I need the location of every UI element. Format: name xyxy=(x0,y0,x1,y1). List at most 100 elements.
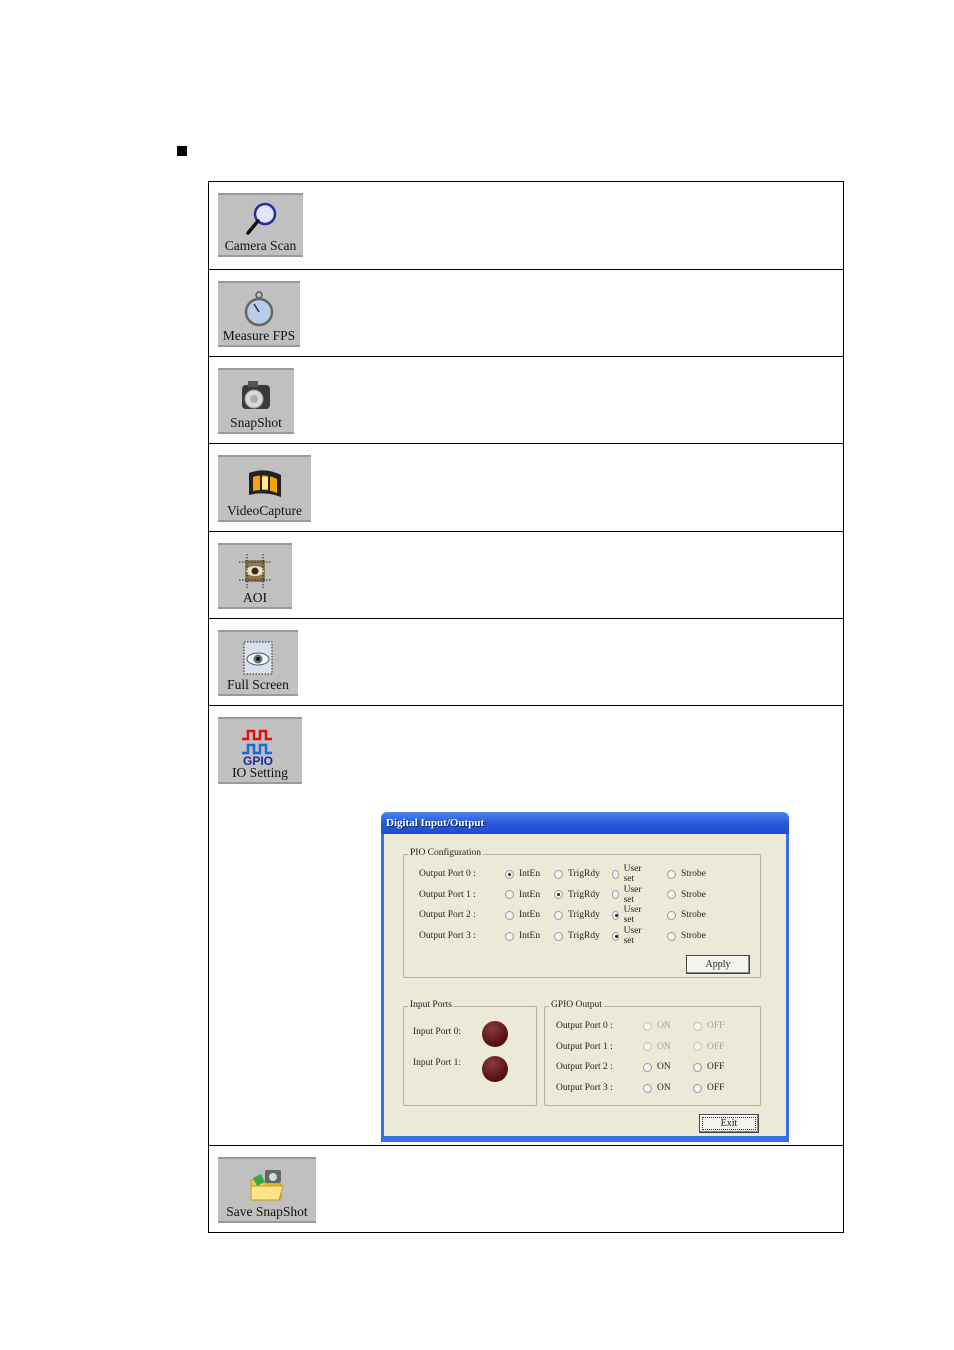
radio-button-icon[interactable] xyxy=(667,869,676,879)
gpio-on-radio[interactable]: ON xyxy=(643,1083,671,1093)
radio-button-icon[interactable] xyxy=(612,869,619,879)
pio-port-row: Output Port 1 : IntEn TrigRdy User set Strob… xyxy=(419,885,706,905)
radio-button-icon[interactable] xyxy=(667,931,676,941)
option-label: ON xyxy=(657,1021,671,1031)
save-snapshot-button[interactable]: Save SnapShot xyxy=(218,1157,316,1223)
button-label: Camera Scan xyxy=(224,238,297,253)
radio-button-icon[interactable] xyxy=(554,890,563,900)
camera-scan-button[interactable]: Camera Scan xyxy=(218,193,303,257)
io-setting-button[interactable]: GPIO IO Setting xyxy=(218,717,302,784)
input-port-1-indicator xyxy=(482,1056,508,1082)
table-row: Full Screen xyxy=(209,619,843,706)
radio-button-icon[interactable] xyxy=(667,890,676,900)
aoi-button[interactable]: AOI xyxy=(218,543,292,609)
pio-option-radio[interactable]: IntEn xyxy=(505,890,540,900)
gpio-on-radio[interactable]: ON xyxy=(643,1062,671,1072)
option-label: IntEn xyxy=(519,931,541,942)
radio-button-icon[interactable] xyxy=(554,910,563,920)
radio-button-icon[interactable] xyxy=(612,890,619,900)
pio-option-radio[interactable]: User set xyxy=(612,926,644,946)
option-label: OFF xyxy=(707,1021,725,1031)
radio-button-icon[interactable] xyxy=(505,910,514,920)
pio-option-radio[interactable]: TrigRdy xyxy=(554,869,600,879)
gpio-output-row: Output Port 1 : ON OFF xyxy=(556,1040,724,1054)
button-label: Save SnapShot xyxy=(226,1204,308,1219)
radio-button-icon[interactable] xyxy=(643,1062,652,1072)
radio-button-icon[interactable] xyxy=(505,869,514,879)
group-legend: GPIO Output xyxy=(549,1000,604,1010)
input-port-0-label: Input Port 0: xyxy=(413,1027,462,1037)
table-row: GPIO IO Setting Digital Input/Output PIO… xyxy=(209,706,843,1146)
option-label: ON xyxy=(657,1062,671,1073)
button-label: AOI xyxy=(243,590,267,605)
pio-option-radio[interactable]: TrigRdy xyxy=(554,910,600,920)
table-row: Measure FPS xyxy=(209,270,843,357)
radio-button-icon[interactable] xyxy=(693,1062,702,1072)
pio-option-radio[interactable]: User set xyxy=(612,885,644,905)
radio-button-icon[interactable] xyxy=(554,869,563,879)
radio-button-icon[interactable] xyxy=(667,910,676,920)
option-label: OFF xyxy=(707,1041,725,1052)
input-port-1-label: Input Port 1: xyxy=(413,1058,462,1068)
option-label: Strobe xyxy=(681,869,706,879)
pio-option-radio[interactable]: User set xyxy=(612,905,644,925)
pio-option-radio[interactable]: TrigRdy xyxy=(554,890,600,900)
video-capture-button[interactable]: VideoCapture xyxy=(218,455,311,522)
table-row: AOI xyxy=(209,532,843,619)
option-label: TrigRdy xyxy=(568,869,600,879)
gpio-port-label: Output Port 2 : xyxy=(556,1062,613,1073)
gpio-output-group: GPIO Output Output Port 0 : ON OFF Output P… xyxy=(544,1000,761,1106)
pio-option-radio[interactable]: Strobe xyxy=(667,890,706,900)
table-row: SnapShot xyxy=(209,357,843,444)
pio-port-row: Output Port 2 : IntEn TrigRdy User set Strob… xyxy=(419,905,706,925)
toolbar-reference-table: Camera Scan Measure FPS SnapShot VideoCa… xyxy=(208,181,844,1233)
radio-button-icon xyxy=(693,1042,702,1052)
radio-button-icon[interactable] xyxy=(505,931,514,941)
gpio-off-radio[interactable]: OFF xyxy=(693,1062,724,1072)
gpio-output-row: Output Port 3 : ON OFF xyxy=(556,1081,724,1095)
option-label: User set xyxy=(623,926,642,947)
full-screen-button[interactable]: Full Screen xyxy=(218,630,298,696)
pio-option-radio[interactable]: Strobe xyxy=(667,910,706,920)
gpio-output-row: Output Port 0 : ON OFF xyxy=(556,1019,724,1033)
apply-button[interactable]: Apply xyxy=(686,955,750,974)
gpio-off-radio[interactable]: OFF xyxy=(693,1083,724,1093)
magnifier-icon xyxy=(239,200,283,238)
pio-option-radio[interactable]: User set xyxy=(612,864,644,884)
gpio-icon: GPIO xyxy=(238,727,282,767)
option-label: ON xyxy=(657,1083,671,1094)
option-label: Strobe xyxy=(681,910,706,921)
option-label: IntEn xyxy=(519,869,541,879)
radio-button-icon[interactable] xyxy=(643,1083,652,1093)
snapshot-button[interactable]: SnapShot xyxy=(218,368,294,434)
pio-option-radio[interactable]: Strobe xyxy=(667,931,706,941)
gpio-output-row: Output Port 2 : ON OFF xyxy=(556,1060,724,1074)
option-label: ON xyxy=(657,1041,671,1052)
radio-button-icon[interactable] xyxy=(505,890,514,900)
radio-button-icon[interactable] xyxy=(612,910,619,920)
radio-button-icon[interactable] xyxy=(612,931,619,941)
option-label: User set xyxy=(623,864,642,884)
gpio-on-radio: ON xyxy=(643,1042,671,1052)
pio-option-radio[interactable]: IntEn xyxy=(505,931,540,941)
option-label: Strobe xyxy=(681,931,706,942)
pio-port-label: Output Port 2 : xyxy=(419,910,476,921)
input-ports-group: Input Ports Input Port 0: Input Port 1: xyxy=(403,1000,537,1106)
pio-option-radio[interactable]: IntEn xyxy=(505,910,540,920)
radio-button-icon[interactable] xyxy=(554,931,563,941)
button-label: Full Screen xyxy=(227,677,289,692)
pio-configuration-group: PIO Configuration Output Port 0 : IntEn Tr… xyxy=(403,848,761,978)
pio-option-radio[interactable]: IntEn xyxy=(505,869,540,879)
pio-port-label: Output Port 1 : xyxy=(419,889,476,900)
option-label: User set xyxy=(623,905,642,926)
option-label: Strobe xyxy=(681,889,706,900)
pio-option-radio[interactable]: Strobe xyxy=(667,869,706,879)
measure-fps-button[interactable]: Measure FPS xyxy=(218,281,300,347)
table-row: Camera Scan xyxy=(209,182,843,270)
eye-selection-icon xyxy=(233,552,277,590)
film-strip-icon xyxy=(243,465,287,503)
pio-option-radio[interactable]: TrigRdy xyxy=(554,931,600,941)
button-label: IO Setting xyxy=(232,765,288,780)
radio-button-icon[interactable] xyxy=(693,1083,702,1093)
exit-button[interactable]: Exit xyxy=(699,1114,759,1133)
